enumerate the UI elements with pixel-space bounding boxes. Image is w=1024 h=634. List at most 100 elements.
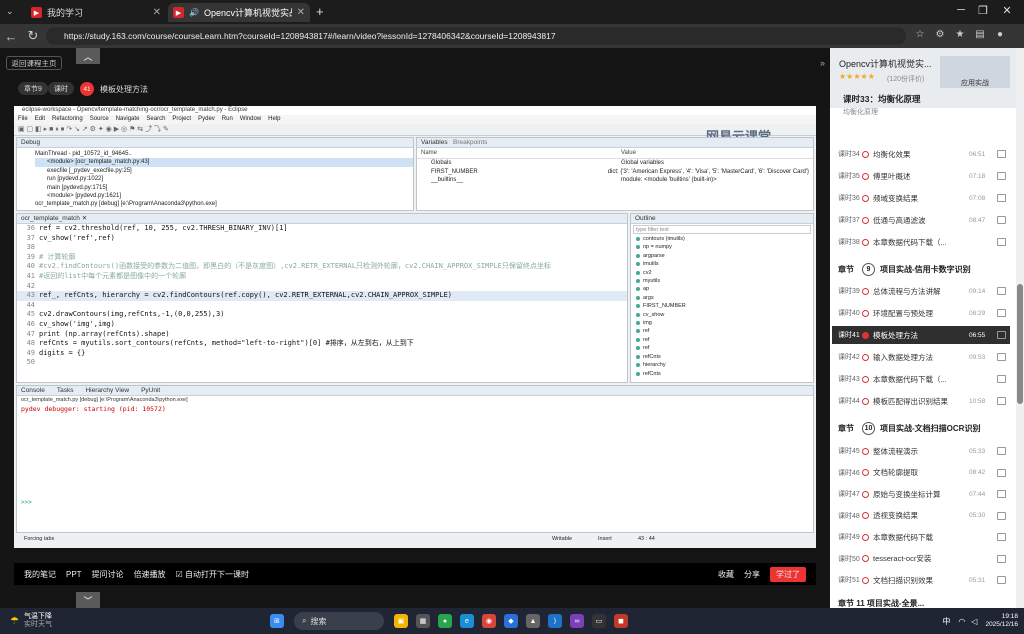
taskbar-search[interactable]: ⌕ 搜索: [293, 612, 384, 630]
menu-item[interactable]: Window: [240, 115, 261, 124]
code-line[interactable]: 40 #cv2.findContours()函数接受的参数为二值图，即黑白的（不是…: [17, 262, 627, 272]
debug-tree-item[interactable]: <module> [pydevd.py:1621]: [35, 192, 413, 200]
menu-item[interactable]: Search: [146, 115, 165, 124]
scroll-up-icon[interactable]: ︿: [76, 48, 100, 64]
debug-tree-item[interactable]: main [pydevd.py:1715]: [35, 184, 413, 192]
lesson-item[interactable]: 课时50 tesseract-ocr安装: [832, 550, 1010, 568]
variable-row[interactable]: Globals Global variables: [421, 159, 809, 167]
outline-item[interactable]: cv2: [631, 269, 813, 277]
lesson-item[interactable]: 课时37 低通与高通滤波 08:47: [832, 211, 1010, 229]
console-tab[interactable]: PyUnit: [141, 386, 160, 395]
outline-tab[interactable]: Outline: [631, 214, 813, 224]
expand-sidebar-icon[interactable]: »: [820, 58, 825, 68]
code-lines[interactable]: 36 ref = cv2.threshold(ref, 10, 255, cv2.…: [17, 224, 627, 368]
minimize-icon[interactable]: ─: [950, 4, 972, 16]
outline-item[interactable]: np = numpy: [631, 243, 813, 251]
chapter-header[interactable]: 章节 11 项目实战-全景...: [832, 598, 1010, 608]
learned-button[interactable]: 学过了: [770, 566, 806, 582]
chapter-header[interactable]: 章节 10 项目实战-文档扫描OCR识别: [832, 419, 1010, 437]
code-line[interactable]: 50: [17, 358, 627, 368]
lesson-item[interactable]: 课时45 整体流程演示 05:33: [832, 442, 1010, 460]
new-tab-button[interactable]: +: [316, 4, 324, 19]
lesson-item[interactable]: 课时35 傅里叶概述 07:18: [832, 167, 1010, 185]
debug-tree-item[interactable]: execfile [_pydev_execfile.py:25]: [35, 167, 413, 175]
menu-item[interactable]: Pydev: [198, 115, 215, 124]
app-red-icon[interactable]: ◼: [613, 614, 628, 628]
app-green-icon[interactable]: ●: [437, 614, 452, 628]
notes-button[interactable]: 我的笔记: [24, 569, 56, 580]
share-button[interactable]: 分享: [744, 569, 760, 580]
debug-tree[interactable]: MainThread - pid_10572_id_94645.. <module…: [17, 148, 413, 209]
outline-item[interactable]: imutils: [631, 260, 813, 268]
tab-opencv-course[interactable]: ▶ 🔊 Opencv计算机视觉实战(Pyth... ✕: [168, 3, 310, 22]
outline-item[interactable]: ap: [631, 285, 813, 293]
debug-tree-item[interactable]: MainThread - pid_10572_id_94645..: [35, 150, 413, 158]
menu-item[interactable]: File: [18, 115, 28, 124]
debug-tree-item[interactable]: run [pydevd.py:1022]: [35, 175, 413, 183]
code-line[interactable]: 39 # 计算轮廓: [17, 253, 627, 263]
extensions-icon[interactable]: ⚙: [930, 29, 950, 40]
console-tab[interactable]: Console: [21, 386, 45, 395]
code-line[interactable]: 41 #返回的list中每个元素都是图像中的一个轮廓: [17, 272, 627, 282]
variables-table[interactable]: Globals Global variables FIRST_NUMBER dict:…: [417, 159, 813, 184]
code-line[interactable]: 48 refCnts = myutils.sort_contours(refCnt…: [17, 339, 627, 349]
code-editor[interactable]: ocr_template_match ✕ 36 ref = cv2.thresho…: [16, 213, 628, 383]
lesson-item[interactable]: 课时39 总体流程与方法讲解 09:14: [832, 282, 1010, 300]
lesson-item[interactable]: 课时34 均衡化效果 06:51: [832, 145, 1010, 163]
console-tab[interactable]: Hierarchy View: [85, 386, 129, 395]
edge-icon[interactable]: e: [459, 614, 474, 628]
terminal-icon[interactable]: ▭: [591, 614, 606, 628]
fav-button[interactable]: 收藏: [718, 569, 734, 580]
lesson-item[interactable]: 课时38 本章数据代码下载（...: [832, 233, 1010, 251]
code-line[interactable]: 44: [17, 301, 627, 311]
maximize-icon[interactable]: ❐: [972, 4, 994, 17]
code-line[interactable]: 45 cv2.drawContours(img,refCnts,-1,(0,0,2…: [17, 310, 627, 320]
outline-item[interactable]: refCnts: [631, 370, 813, 378]
lesson-item[interactable]: 课时51 文档扫描识别效果 05:31: [832, 571, 1010, 589]
chapter-header[interactable]: 章节 9 项目实战-信用卡数字识别: [832, 260, 1010, 278]
lesson-item[interactable]: 课时40 环境配置与预处理 08:29: [832, 304, 1010, 322]
variable-row[interactable]: FIRST_NUMBER dict: {'3': 'American Expres…: [421, 168, 809, 176]
menu-item[interactable]: Source: [90, 115, 109, 124]
rate-button[interactable]: 倍速播放: [134, 569, 166, 580]
lesson-item[interactable]: 课时47 原始与变换坐标计算 07:44: [832, 485, 1010, 503]
code-line[interactable]: 38: [17, 243, 627, 253]
lang-indicator[interactable]: 中: [942, 616, 950, 627]
avatar[interactable]: ●: [990, 29, 1010, 40]
code-line[interactable]: 49 digits = {}: [17, 349, 627, 359]
wifi-icon[interactable]: ◠: [958, 617, 965, 626]
code-line[interactable]: 37 cv_show('ref',ref): [17, 234, 627, 244]
vscode-icon[interactable]: ⟩: [547, 614, 562, 628]
close-icon[interactable]: ✕: [153, 7, 161, 18]
sidebar-scrollbar[interactable]: [1016, 48, 1024, 608]
lesson-item[interactable]: 课时42 输入数据处理方法 09:53: [832, 348, 1010, 366]
outline-tree[interactable]: contours (imutils) np = numpy argparse imut…: [631, 235, 813, 378]
menu-item[interactable]: Refactoring: [52, 115, 83, 124]
start-icon[interactable]: ⊞: [269, 614, 284, 628]
outline-item[interactable]: args: [631, 294, 813, 302]
editor-tab[interactable]: ocr_template_match ✕: [17, 214, 627, 224]
speaker-icon[interactable]: 🔊: [189, 8, 199, 17]
lesson-item[interactable]: 课时44 模板匹配得出识别结果 10:58: [832, 392, 1010, 410]
clock-date[interactable]: 2025/12/16: [985, 621, 1018, 629]
debug-tab[interactable]: Debug: [17, 138, 413, 148]
app-grey-icon[interactable]: ▲: [525, 614, 540, 628]
store-icon[interactable]: ▦: [415, 614, 430, 628]
code-line[interactable]: 43 ref_, refCnts, hierarchy = cv2.findCon…: [17, 291, 627, 301]
volume-icon[interactable]: ◁: [971, 617, 977, 626]
code-line[interactable]: 42: [17, 282, 627, 292]
code-line[interactable]: 36 ref = cv2.threshold(ref, 10, 255, cv2.…: [17, 224, 627, 234]
back-to-course-button[interactable]: 返回课程主页: [6, 56, 62, 70]
lesson-item[interactable]: 课时46 文档轮廓提取 08:42: [832, 464, 1010, 482]
variable-row[interactable]: __builtins__ module: <module 'builtins' (…: [421, 176, 809, 184]
menu-item[interactable]: Navigate: [116, 115, 140, 124]
url-field[interactable]: https://study.163.com/course/courseLearn…: [46, 27, 906, 45]
console-tab[interactable]: Tasks: [57, 386, 74, 395]
outline-item[interactable]: myutils: [631, 277, 813, 285]
code-line[interactable]: 46 cv_show('img',img): [17, 320, 627, 330]
outline-item[interactable]: argparse: [631, 252, 813, 260]
ppt-button[interactable]: PPT: [66, 570, 82, 579]
star-icon[interactable]: ☆: [910, 29, 930, 40]
course-title[interactable]: Opencv计算机视觉实...: [839, 57, 932, 70]
scroll-down-icon[interactable]: ﹀: [76, 592, 100, 608]
